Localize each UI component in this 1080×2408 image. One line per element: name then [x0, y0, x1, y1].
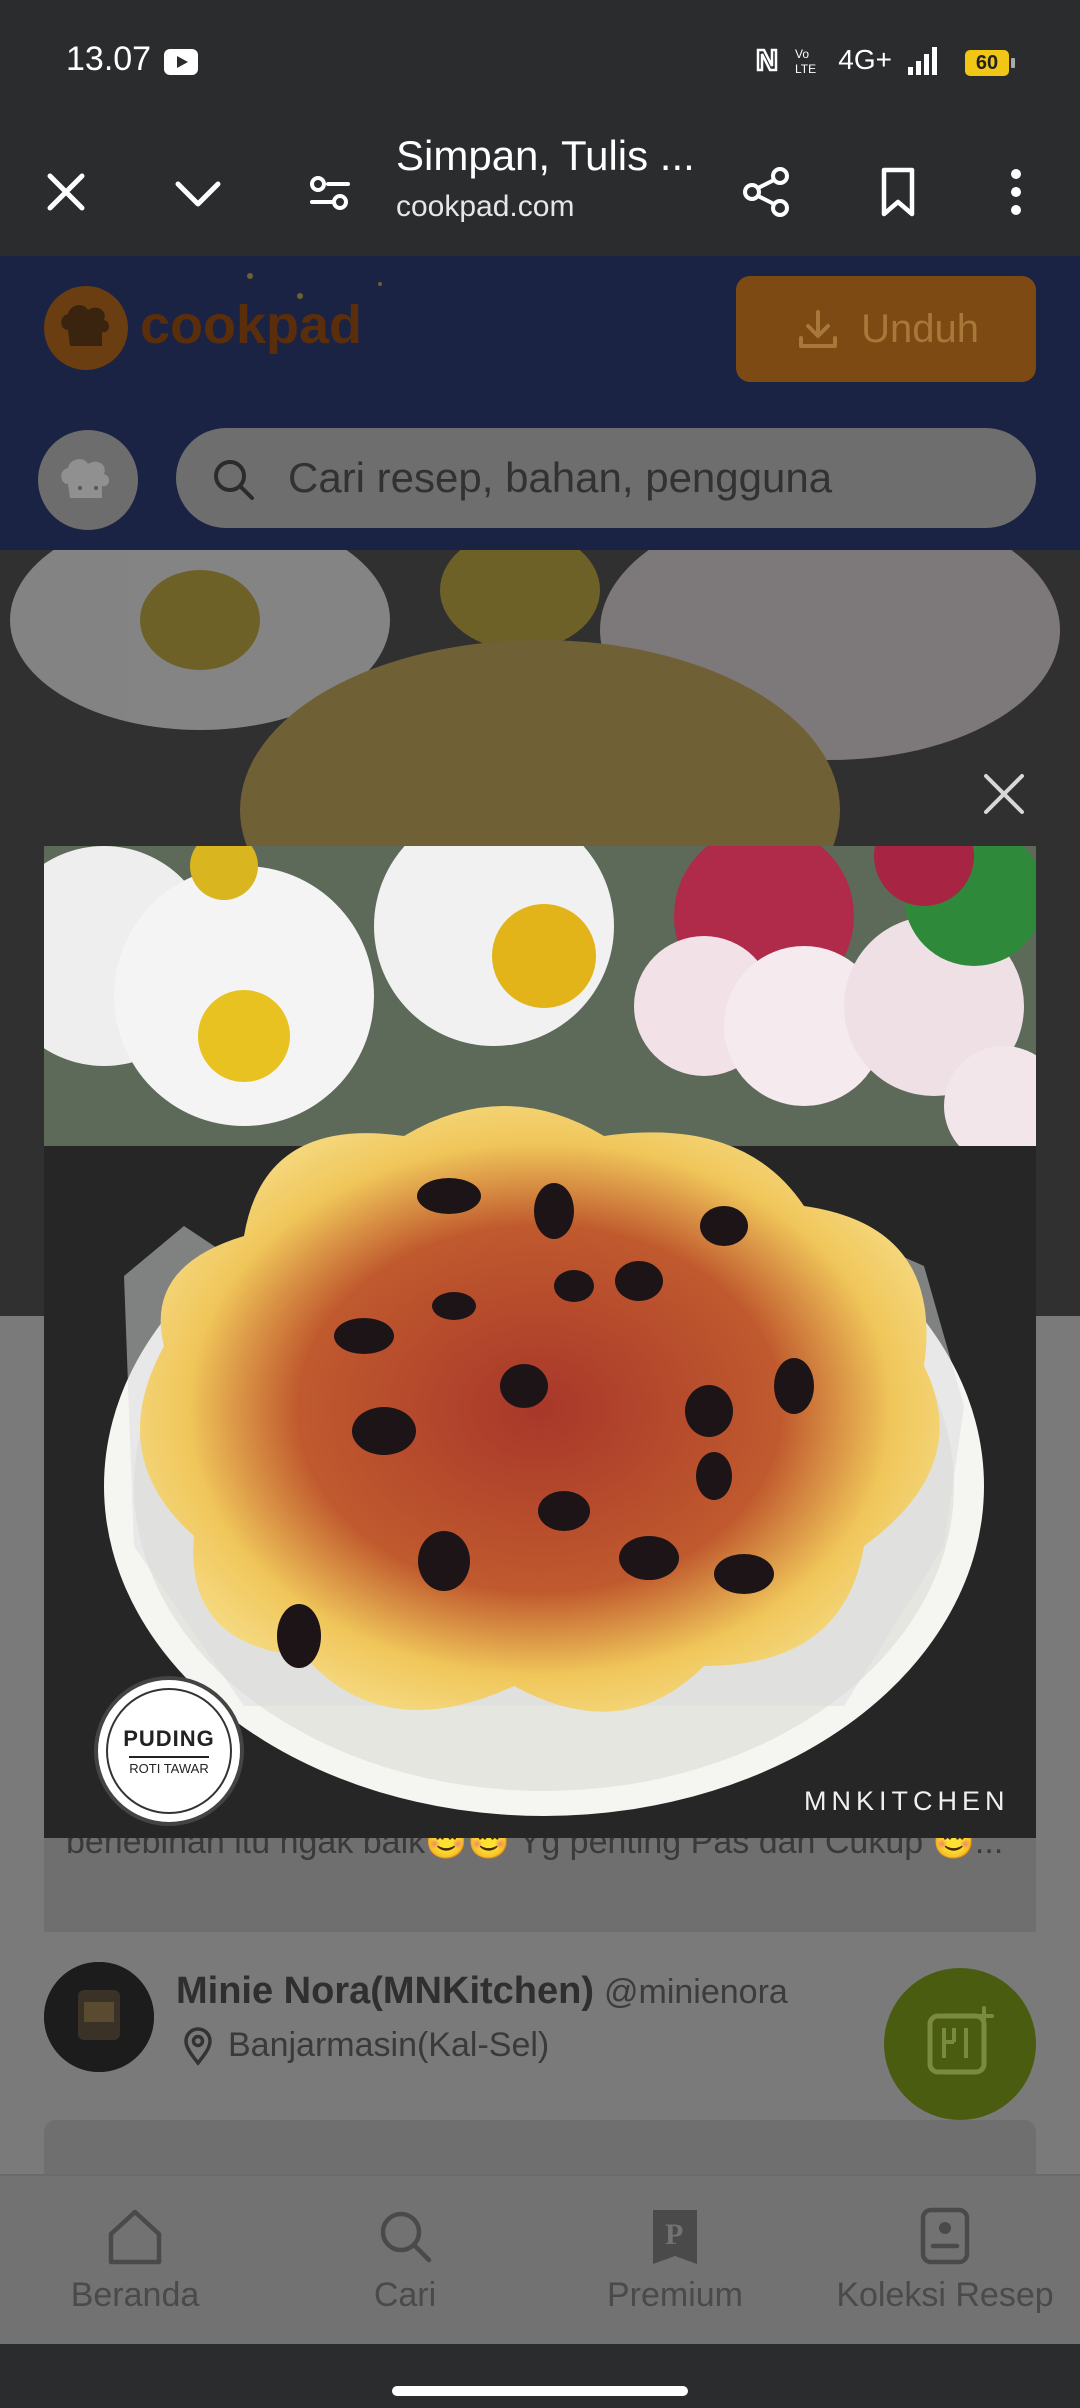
badge-line1: PUDING [123, 1726, 215, 1751]
search-icon [380, 2211, 432, 2263]
author-display-name: Minie Nora(MNKitchen) [176, 1970, 594, 2012]
cookpad-logo-icon [44, 286, 128, 370]
download-icon [799, 310, 838, 348]
system-icons: Vo LTE 4G+ [754, 44, 940, 76]
author-avatar[interactable] [44, 1962, 154, 2072]
search-input[interactable]: Cari resep, bahan, pengguna [176, 428, 1036, 528]
nav-label: Beranda [70, 2276, 200, 2314]
nfc-icon [757, 48, 778, 72]
badge-line2: ROTI TAWAR [129, 1756, 209, 1776]
navigation-bar [0, 2344, 1080, 2408]
home-icon [108, 2209, 162, 2265]
author-location: Banjarmasin(Kal-Sel) [228, 2026, 550, 2064]
svg-text:Vo: Vo [795, 47, 809, 61]
battery-icon: 60 [965, 50, 1015, 76]
add-recipe-icon [927, 2006, 994, 2075]
bottom-navigation: Beranda Cari P Premium Koleksi Resep [0, 2174, 1080, 2346]
volte-icon: VoLTE [795, 47, 816, 75]
network-type: 4G+ [838, 44, 892, 75]
nav-premium[interactable]: P Premium [545, 2206, 805, 2315]
share-icon[interactable] [730, 156, 802, 228]
youtube-icon [164, 49, 198, 75]
page-title: Simpan, Tulis ... [396, 132, 695, 179]
page-url: cookpad.com [396, 190, 575, 223]
chevron-down-icon[interactable] [162, 156, 234, 228]
page-settings-icon[interactable] [294, 156, 366, 228]
search-placeholder: Cari resep, bahan, pengguna [288, 454, 833, 501]
bookmark-icon[interactable] [862, 156, 934, 228]
location-pin-icon [184, 2027, 212, 2066]
download-app-button[interactable]: Unduh [736, 276, 1036, 382]
download-label: Unduh [861, 306, 979, 351]
next-section-card [44, 2120, 1036, 2178]
nav-label: Koleksi Resep [836, 2276, 1054, 2314]
close-viewer-icon[interactable] [976, 766, 1032, 822]
clock: 13.07 [66, 40, 152, 78]
status-bar: 13.07 Vo LTE 4G+ 60 [0, 0, 1080, 128]
recipe-photo: PUDING ROTI TAWAR MNKITCHEN [44, 846, 1036, 1838]
search-icon [214, 460, 254, 500]
close-icon[interactable] [30, 156, 102, 228]
more-vert-icon[interactable] [980, 156, 1052, 228]
nav-cari[interactable]: Cari [275, 2206, 535, 2315]
custom-tab-toolbar: Simpan, Tulis ... cookpad.com [0, 128, 1080, 256]
svg-text:LTE: LTE [795, 62, 816, 75]
gesture-handle[interactable] [392, 2386, 688, 2396]
recipe-badge-logo: PUDING ROTI TAWAR [94, 1676, 244, 1826]
badge-ring: PUDING ROTI TAWAR [106, 1688, 232, 1814]
recipe-collection-icon [920, 2207, 970, 2265]
cookpad-logo[interactable]: cookpad [140, 294, 362, 356]
author-handle: @minienora [604, 1973, 788, 2011]
nav-label: Cari [373, 2276, 437, 2314]
nav-label: Premium [606, 2276, 744, 2314]
premium-icon: P [653, 2210, 697, 2264]
photo-watermark: MNKITCHEN [804, 1786, 1010, 1816]
author-name[interactable]: Minie Nora(MNKitchen) @minienora [176, 1970, 788, 2013]
signal-icon [908, 47, 937, 75]
nav-koleksi-resep[interactable]: Koleksi Resep [815, 2206, 1075, 2315]
user-avatar-button[interactable] [38, 430, 138, 530]
svg-text:P: P [665, 2218, 683, 2251]
add-recipe-fab[interactable] [884, 1968, 1036, 2120]
nav-beranda[interactable]: Beranda [5, 2206, 265, 2315]
site-header: cookpad Unduh Cari resep, bahan, penggun… [0, 256, 1080, 550]
